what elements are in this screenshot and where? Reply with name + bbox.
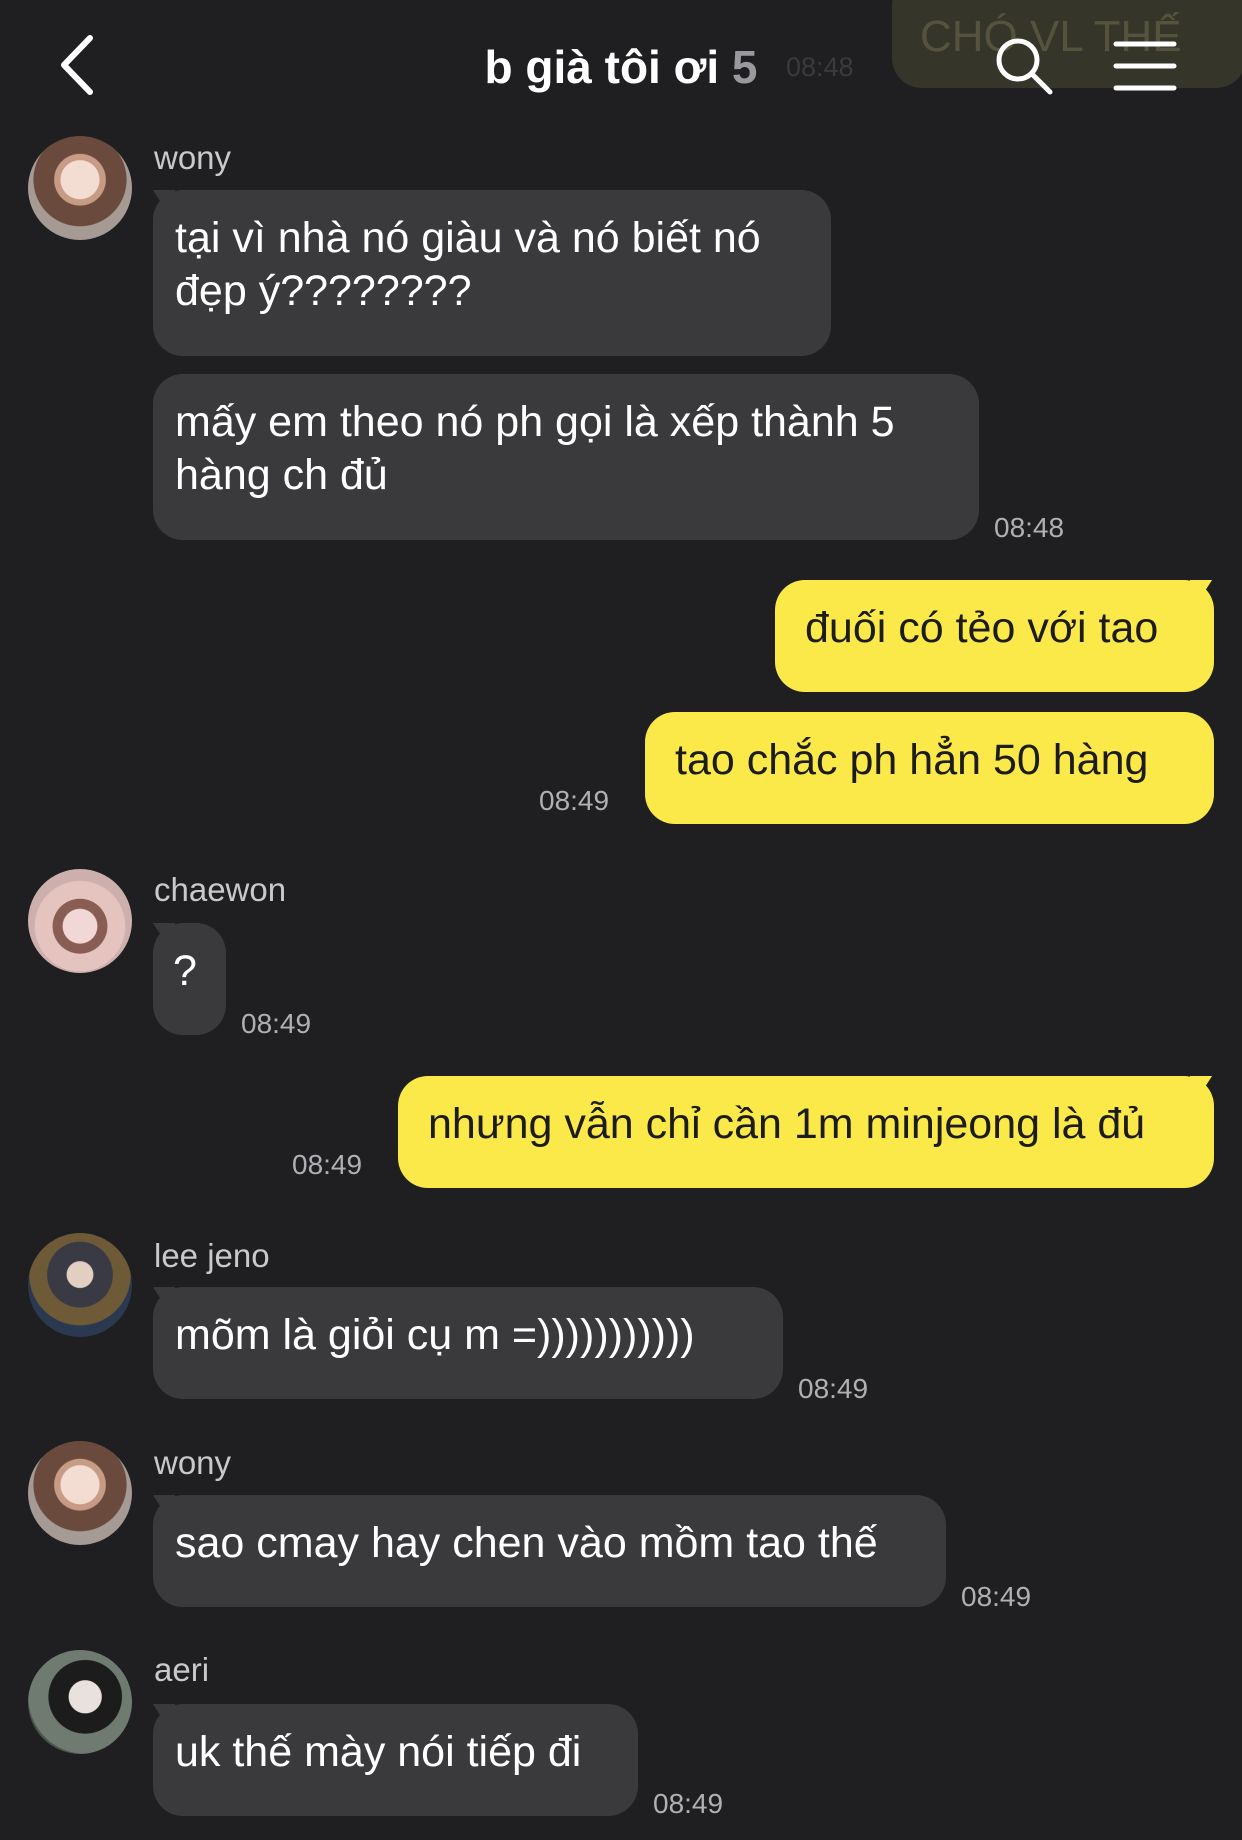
message-timestamp: 08:49	[539, 785, 610, 816]
search-button[interactable]	[992, 34, 1056, 98]
message-timestamp: 08:48	[994, 512, 1065, 543]
my-message-bubble[interactable]: nhưng vẫn chỉ cần 1m minjeong là đủ	[398, 1076, 1214, 1188]
member-count: 5	[731, 41, 758, 93]
avatar-wony[interactable]	[28, 1441, 132, 1545]
sender-name: wony	[154, 1444, 232, 1481]
message-bubble[interactable]: tại vì nhà nó giàu và nó biết nó đẹp ý??…	[153, 190, 831, 356]
sender-name: lee jeno	[154, 1237, 270, 1274]
message-bubble[interactable]: mấy em theo nó ph gọi là xếp thành 5 hàn…	[153, 374, 979, 540]
my-message-bubble[interactable]: tao chắc ph hẳn 50 hàng	[645, 712, 1214, 824]
avatar-chaewon[interactable]	[28, 869, 132, 973]
message-bubble[interactable]: sao cmay hay chen vào mồm tao thế	[153, 1495, 946, 1607]
message-timestamp: 08:49	[292, 1149, 363, 1180]
message-bubble[interactable]: mõm là giỏi cụ m =)))))))))))	[153, 1287, 783, 1399]
my-message-bubble[interactable]: đuối có tẻo với tao	[775, 580, 1214, 692]
message-timestamp: 08:49	[241, 1008, 312, 1039]
sender-name: chaewon	[154, 871, 287, 908]
avatar-wony[interactable]	[28, 136, 132, 240]
sender-name: wony	[154, 139, 232, 176]
chat-name: b già tôi ơi	[484, 41, 720, 93]
message-timestamp: 08:49	[798, 1373, 869, 1404]
message-bubble[interactable]: uk thế mày nói tiếp đi	[153, 1704, 638, 1816]
message-timestamp: 08:49	[961, 1581, 1032, 1612]
hamburger-menu-icon	[1113, 41, 1177, 91]
search-icon	[996, 38, 1053, 95]
message-bubble[interactable]: ?	[153, 923, 226, 1035]
chat-header: b già tôi ơi 5	[0, 0, 1242, 130]
sender-name: aeri	[154, 1651, 210, 1688]
avatar-lee-jeno[interactable]	[28, 1233, 132, 1337]
menu-button[interactable]	[1112, 38, 1178, 94]
avatar-aeri[interactable]	[28, 1650, 132, 1754]
message-timestamp: 08:49	[653, 1788, 724, 1819]
